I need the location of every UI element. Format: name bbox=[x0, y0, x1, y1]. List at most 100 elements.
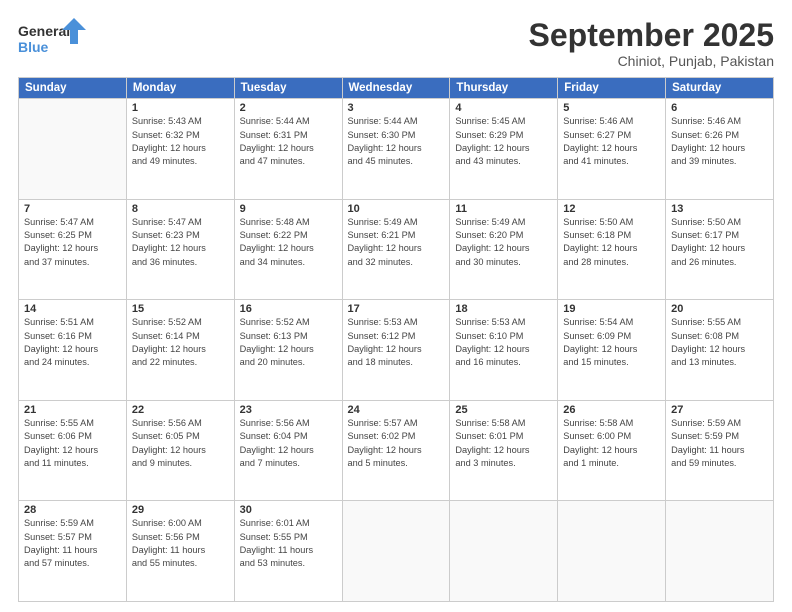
day-number: 26 bbox=[563, 404, 660, 416]
day-info-line: Daylight: 11 hours bbox=[671, 445, 744, 455]
day-info: Sunrise: 5:49 AMSunset: 6:21 PMDaylight:… bbox=[348, 216, 445, 269]
day-info-line: Sunrise: 5:48 AM bbox=[240, 217, 310, 227]
day-info-line: Daylight: 12 hours bbox=[455, 243, 529, 253]
day-info-line: Sunrise: 5:43 AM bbox=[132, 116, 202, 126]
day-number: 10 bbox=[348, 203, 445, 215]
day-info: Sunrise: 5:55 AMSunset: 6:08 PMDaylight:… bbox=[671, 316, 768, 369]
day-info-line: and 9 minutes. bbox=[132, 458, 192, 468]
table-cell: 3Sunrise: 5:44 AMSunset: 6:30 PMDaylight… bbox=[342, 99, 450, 200]
day-number: 17 bbox=[348, 303, 445, 315]
calendar-table: Sunday Monday Tuesday Wednesday Thursday… bbox=[18, 77, 774, 602]
day-info: Sunrise: 6:01 AMSunset: 5:55 PMDaylight:… bbox=[240, 517, 337, 570]
table-cell bbox=[558, 501, 666, 602]
table-cell bbox=[19, 99, 127, 200]
day-info-line: Daylight: 12 hours bbox=[132, 143, 206, 153]
table-cell: 29Sunrise: 6:00 AMSunset: 5:56 PMDayligh… bbox=[126, 501, 234, 602]
day-info-line: Sunrise: 5:44 AM bbox=[240, 116, 310, 126]
day-info: Sunrise: 5:44 AMSunset: 6:30 PMDaylight:… bbox=[348, 115, 445, 168]
table-cell: 14Sunrise: 5:51 AMSunset: 6:16 PMDayligh… bbox=[19, 300, 127, 401]
table-cell: 13Sunrise: 5:50 AMSunset: 6:17 PMDayligh… bbox=[666, 199, 774, 300]
day-info-line: Sunset: 5:56 PM bbox=[132, 532, 200, 542]
table-cell: 12Sunrise: 5:50 AMSunset: 6:18 PMDayligh… bbox=[558, 199, 666, 300]
day-info: Sunrise: 5:52 AMSunset: 6:14 PMDaylight:… bbox=[132, 316, 229, 369]
day-info: Sunrise: 5:51 AMSunset: 6:16 PMDaylight:… bbox=[24, 316, 121, 369]
day-info-line: Sunset: 6:30 PM bbox=[348, 130, 416, 140]
table-cell: 28Sunrise: 5:59 AMSunset: 5:57 PMDayligh… bbox=[19, 501, 127, 602]
day-info-line: Daylight: 12 hours bbox=[563, 143, 637, 153]
table-cell: 5Sunrise: 5:46 AMSunset: 6:27 PMDaylight… bbox=[558, 99, 666, 200]
day-info-line: Daylight: 12 hours bbox=[455, 344, 529, 354]
day-info-line: Sunset: 6:13 PM bbox=[240, 331, 308, 341]
day-info: Sunrise: 6:00 AMSunset: 5:56 PMDaylight:… bbox=[132, 517, 229, 570]
day-info-line: Daylight: 12 hours bbox=[348, 445, 422, 455]
table-cell: 9Sunrise: 5:48 AMSunset: 6:22 PMDaylight… bbox=[234, 199, 342, 300]
day-info-line: and 26 minutes. bbox=[671, 257, 736, 267]
day-number: 9 bbox=[240, 203, 337, 215]
day-info-line: Daylight: 12 hours bbox=[24, 445, 98, 455]
day-info-line: Sunset: 6:20 PM bbox=[455, 230, 523, 240]
table-cell: 10Sunrise: 5:49 AMSunset: 6:21 PMDayligh… bbox=[342, 199, 450, 300]
day-info-line: Daylight: 12 hours bbox=[563, 344, 637, 354]
day-info-line: and 11 minutes. bbox=[24, 458, 89, 468]
day-number: 13 bbox=[671, 203, 768, 215]
day-info-line: Sunset: 6:32 PM bbox=[132, 130, 200, 140]
day-info: Sunrise: 5:44 AMSunset: 6:31 PMDaylight:… bbox=[240, 115, 337, 168]
day-number: 27 bbox=[671, 404, 768, 416]
day-info-line: Daylight: 12 hours bbox=[132, 445, 206, 455]
day-info-line: Sunset: 6:26 PM bbox=[671, 130, 739, 140]
table-cell: 17Sunrise: 5:53 AMSunset: 6:12 PMDayligh… bbox=[342, 300, 450, 401]
day-info-line: Sunrise: 5:51 AM bbox=[24, 317, 94, 327]
day-info-line: Daylight: 12 hours bbox=[240, 243, 314, 253]
day-info-line: and 20 minutes. bbox=[240, 357, 305, 367]
day-info-line: Daylight: 12 hours bbox=[24, 243, 98, 253]
day-info-line: Sunrise: 6:01 AM bbox=[240, 518, 310, 528]
day-info: Sunrise: 5:50 AMSunset: 6:18 PMDaylight:… bbox=[563, 216, 660, 269]
col-saturday: Saturday bbox=[666, 78, 774, 99]
table-cell: 19Sunrise: 5:54 AMSunset: 6:09 PMDayligh… bbox=[558, 300, 666, 401]
day-info-line: Sunset: 6:01 PM bbox=[455, 431, 523, 441]
table-cell: 7Sunrise: 5:47 AMSunset: 6:25 PMDaylight… bbox=[19, 199, 127, 300]
day-info-line: Daylight: 11 hours bbox=[132, 545, 205, 555]
table-cell bbox=[342, 501, 450, 602]
day-number: 6 bbox=[671, 102, 768, 114]
day-info-line: Sunrise: 5:47 AM bbox=[132, 217, 202, 227]
day-info-line: Sunset: 6:17 PM bbox=[671, 230, 739, 240]
day-info-line: Sunset: 6:10 PM bbox=[455, 331, 523, 341]
day-info-line: Sunset: 5:59 PM bbox=[671, 431, 739, 441]
day-info-line: and 53 minutes. bbox=[240, 558, 305, 568]
day-info-line: Daylight: 12 hours bbox=[24, 344, 98, 354]
table-cell: 20Sunrise: 5:55 AMSunset: 6:08 PMDayligh… bbox=[666, 300, 774, 401]
day-number: 30 bbox=[240, 504, 337, 516]
col-thursday: Thursday bbox=[450, 78, 558, 99]
day-number: 2 bbox=[240, 102, 337, 114]
day-number: 14 bbox=[24, 303, 121, 315]
day-info-line: Sunset: 6:00 PM bbox=[563, 431, 631, 441]
day-info-line: Daylight: 12 hours bbox=[563, 445, 637, 455]
day-number: 8 bbox=[132, 203, 229, 215]
day-info-line: Sunrise: 5:55 AM bbox=[24, 418, 94, 428]
day-info-line: Sunset: 5:57 PM bbox=[24, 532, 92, 542]
day-info-line: Sunrise: 5:52 AM bbox=[132, 317, 202, 327]
svg-text:General: General bbox=[18, 23, 70, 39]
day-info-line: Sunset: 6:14 PM bbox=[132, 331, 200, 341]
day-info: Sunrise: 5:46 AMSunset: 6:27 PMDaylight:… bbox=[563, 115, 660, 168]
day-info-line: Sunset: 6:12 PM bbox=[348, 331, 416, 341]
day-info-line: Sunrise: 5:46 AM bbox=[671, 116, 741, 126]
day-info-line: and 18 minutes. bbox=[348, 357, 413, 367]
day-info-line: Sunrise: 5:46 AM bbox=[563, 116, 633, 126]
day-number: 16 bbox=[240, 303, 337, 315]
day-info-line: Sunset: 6:18 PM bbox=[563, 230, 631, 240]
day-info-line: and 49 minutes. bbox=[132, 156, 197, 166]
day-info-line: Daylight: 11 hours bbox=[240, 545, 313, 555]
day-info-line: and 36 minutes. bbox=[132, 257, 197, 267]
col-sunday: Sunday bbox=[19, 78, 127, 99]
calendar-week-row: 21Sunrise: 5:55 AMSunset: 6:06 PMDayligh… bbox=[19, 400, 774, 501]
calendar-week-row: 1Sunrise: 5:43 AMSunset: 6:32 PMDaylight… bbox=[19, 99, 774, 200]
day-info-line: Sunrise: 5:47 AM bbox=[24, 217, 94, 227]
day-info-line: Sunset: 6:21 PM bbox=[348, 230, 416, 240]
day-info: Sunrise: 5:52 AMSunset: 6:13 PMDaylight:… bbox=[240, 316, 337, 369]
day-number: 7 bbox=[24, 203, 121, 215]
table-cell: 15Sunrise: 5:52 AMSunset: 6:14 PMDayligh… bbox=[126, 300, 234, 401]
day-info-line: and 39 minutes. bbox=[671, 156, 736, 166]
table-cell: 24Sunrise: 5:57 AMSunset: 6:02 PMDayligh… bbox=[342, 400, 450, 501]
